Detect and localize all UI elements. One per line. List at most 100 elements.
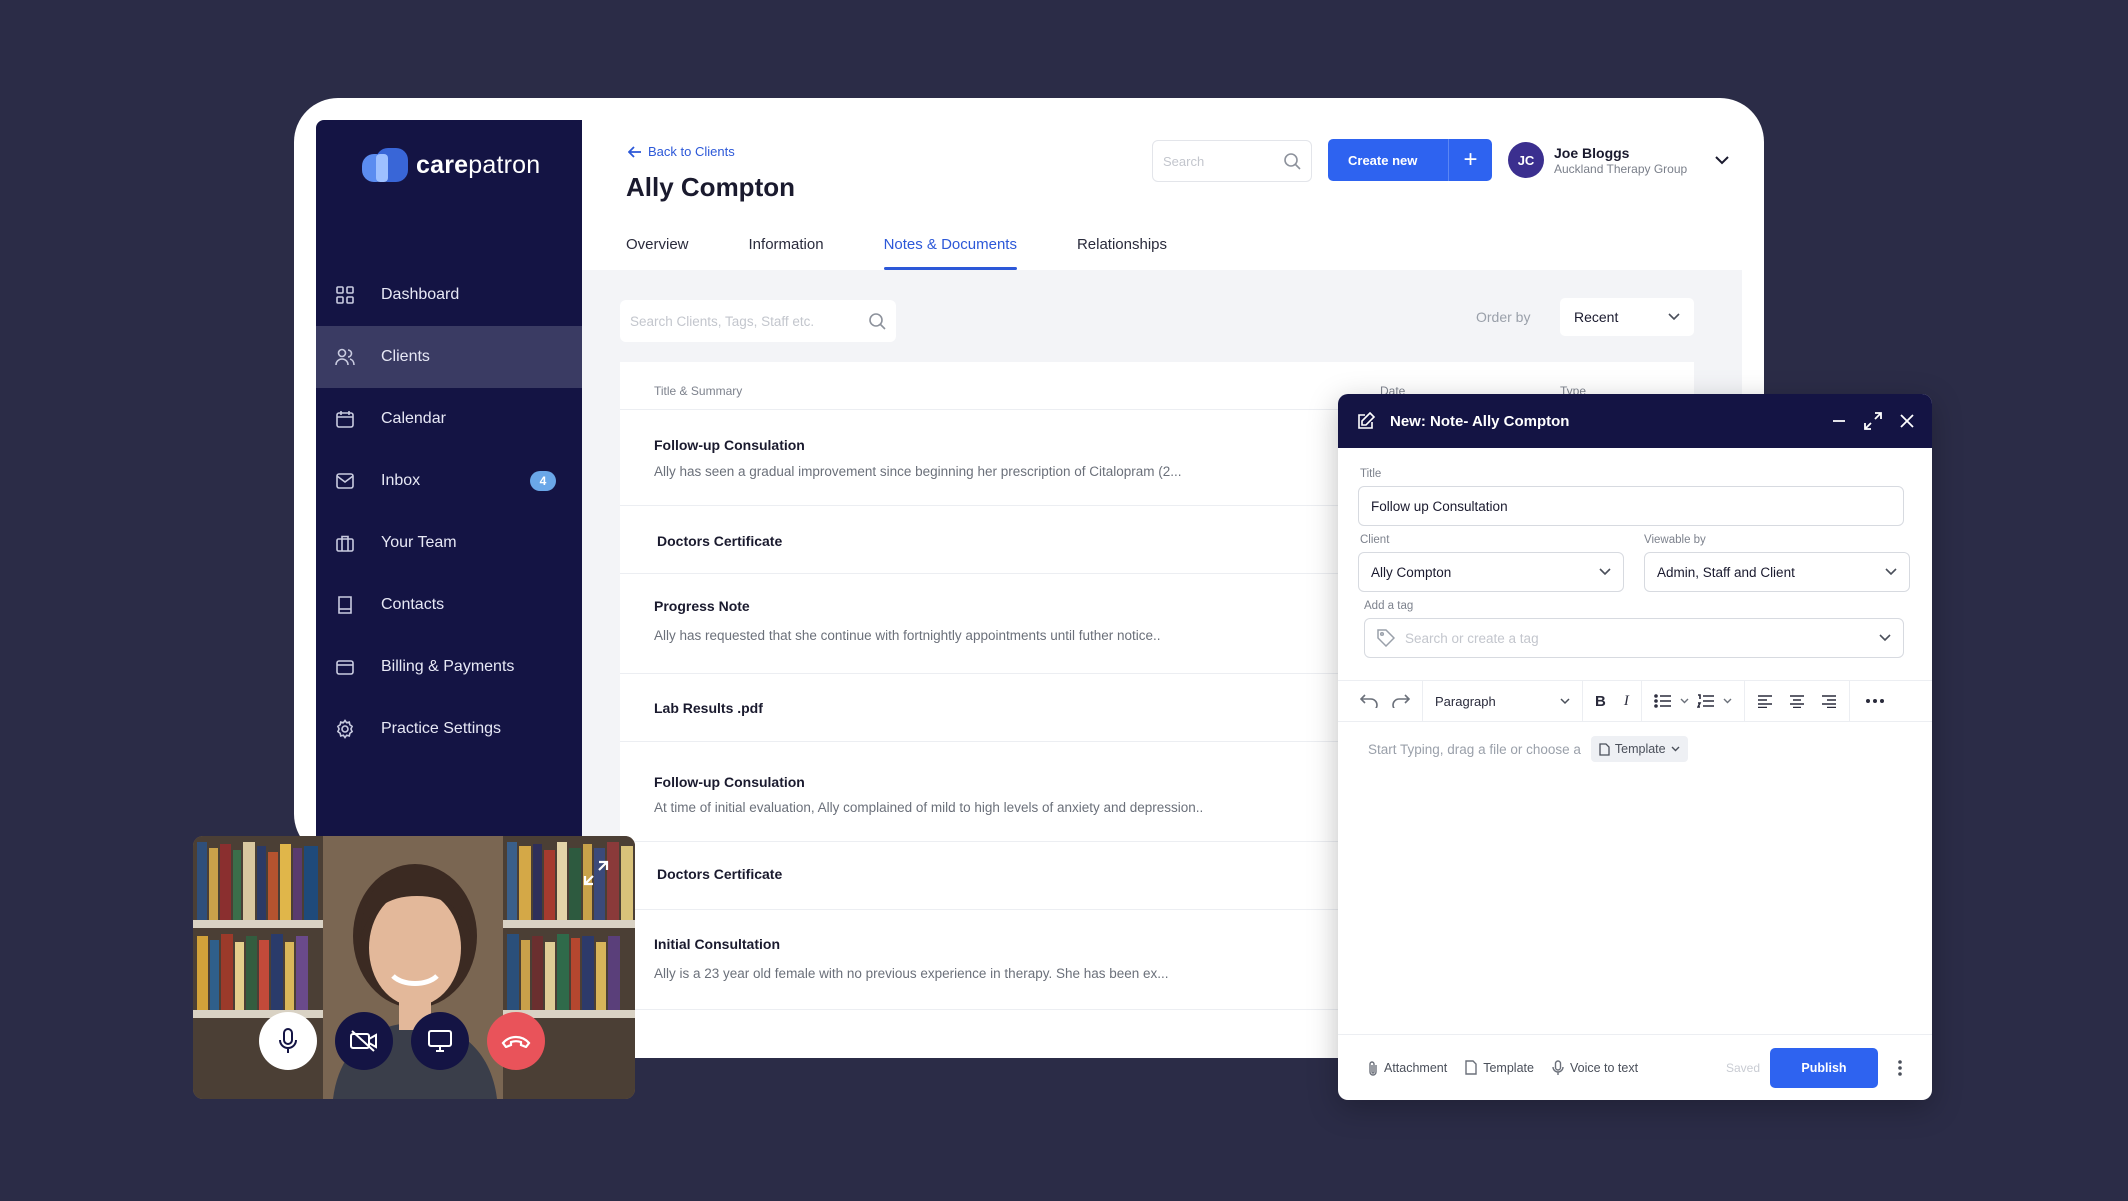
more-options-icon[interactable]: [1865, 699, 1884, 703]
sidebar-item-clients[interactable]: Clients: [316, 326, 582, 388]
inbox-count-badge: 4: [530, 471, 556, 491]
column-header-title: Title & Summary: [654, 384, 743, 398]
tag-icon: [1377, 629, 1395, 647]
mute-button[interactable]: [259, 1012, 317, 1070]
book-icon: [334, 594, 356, 616]
order-by-label: Order by: [1476, 309, 1531, 325]
sidebar-item-inbox[interactable]: Inbox 4: [316, 450, 582, 512]
sidebar-item-label: Your Team: [381, 534, 457, 551]
sidebar-item-your-team[interactable]: Your Team: [316, 512, 582, 574]
numbered-list-icon[interactable]: [1696, 694, 1715, 708]
arrow-left-icon: [628, 145, 641, 158]
header-search-input[interactable]: Search: [1152, 140, 1312, 182]
template-button[interactable]: Template: [1465, 1060, 1534, 1075]
sidebar-item-billing[interactable]: Billing & Payments: [316, 636, 582, 698]
sidebar-item-practice-settings[interactable]: Practice Settings: [316, 698, 582, 760]
voice-to-text-button[interactable]: Voice to text: [1552, 1059, 1638, 1076]
chevron-down-icon[interactable]: [1723, 698, 1732, 704]
back-to-clients-link[interactable]: Back to Clients: [628, 144, 735, 159]
align-right-icon[interactable]: [1821, 694, 1837, 708]
viewable-by-select[interactable]: Admin, Staff and Client: [1644, 552, 1910, 592]
camera-toggle-button[interactable]: [335, 1012, 393, 1070]
briefcase-icon: [334, 532, 356, 554]
paragraph-style-select[interactable]: Paragraph: [1423, 680, 1583, 722]
tag-search-input[interactable]: Search or create a tag: [1364, 618, 1904, 658]
client-header: Back to Clients Ally Compton Search Crea…: [582, 120, 1742, 270]
chevron-down-icon: [1879, 634, 1891, 642]
note-panel-footer: Attachment Template Voice to text Saved …: [1338, 1034, 1932, 1100]
sidebar-item-label: Calendar: [381, 410, 446, 427]
sidebar-item-label: Dashboard: [381, 286, 460, 303]
bold-button[interactable]: B: [1595, 693, 1606, 710]
user-organization: Auckland Therapy Group: [1554, 161, 1688, 176]
sidebar-item-dashboard[interactable]: Dashboard: [316, 264, 582, 326]
sidebar-nav: Dashboard Clients Calendar Inbox 4 Your …: [316, 264, 582, 760]
sidebar-item-label: Contacts: [381, 596, 445, 613]
undo-icon[interactable]: [1360, 694, 1378, 708]
chevron-down-icon[interactable]: [1680, 698, 1689, 704]
align-left-icon[interactable]: [1757, 694, 1773, 708]
notes-search-input[interactable]: Search Clients, Tags, Staff etc.: [620, 300, 896, 342]
user-menu[interactable]: JC Joe Bloggs Auckland Therapy Group: [1508, 142, 1729, 178]
save-status: Saved: [1725, 1060, 1760, 1075]
fullscreen-icon[interactable]: [583, 860, 609, 886]
tab-relationships[interactable]: Relationships: [1077, 236, 1167, 270]
expand-icon[interactable]: [1864, 412, 1882, 430]
chevron-down-icon: [1671, 746, 1680, 752]
new-note-panel: New: Note- Ally Compton Title Follow up …: [1338, 394, 1932, 1100]
sidebar-item-label: Practice Settings: [381, 720, 502, 737]
end-call-button[interactable]: [487, 1012, 545, 1070]
document-icon: [1465, 1060, 1477, 1075]
template-chip[interactable]: Template: [1590, 736, 1688, 762]
create-new-button[interactable]: Create new +: [1328, 139, 1492, 181]
user-name: Joe Bloggs: [1554, 144, 1630, 161]
search-icon: [1284, 153, 1301, 170]
client-select[interactable]: Ally Compton: [1358, 552, 1624, 592]
editor-toolbar: Paragraph B I: [1338, 680, 1932, 722]
client-tabs: Overview Information Notes & Documents R…: [626, 236, 1227, 270]
document-icon: [1599, 742, 1610, 756]
brand-logo[interactable]: carepatron: [362, 148, 540, 182]
note-title-input[interactable]: Follow up Consultation: [1358, 486, 1904, 526]
microphone-icon: [279, 1028, 297, 1053]
card-icon: [334, 656, 356, 678]
minimize-icon[interactable]: [1832, 414, 1846, 428]
phone-hangup-icon: [501, 1035, 531, 1048]
viewable-by-label: Viewable by: [1644, 534, 1706, 546]
attachment-button[interactable]: Attachment: [1368, 1060, 1447, 1076]
more-vertical-icon[interactable]: [1898, 1059, 1902, 1076]
edit-icon: [1358, 411, 1376, 429]
editor-body[interactable]: Start Typing, drag a file or choose a Te…: [1368, 736, 1688, 762]
calendar-icon: [334, 408, 356, 430]
sidebar-item-contacts[interactable]: Contacts: [316, 574, 582, 636]
video-call-window: [193, 836, 635, 1099]
chevron-down-icon: [1885, 568, 1897, 576]
tab-notes-documents[interactable]: Notes & Documents: [883, 236, 1018, 270]
client-field-label: Client: [1360, 534, 1390, 546]
call-controls: [259, 1012, 545, 1070]
tab-overview[interactable]: Overview: [626, 236, 689, 270]
sidebar-item-label: Clients: [381, 348, 430, 365]
sidebar-item-calendar[interactable]: Calendar: [316, 388, 582, 450]
chevron-down-icon: [1668, 313, 1680, 321]
chevron-down-icon: [1599, 568, 1611, 576]
page-title: Ally Compton: [626, 172, 795, 202]
bullet-list-icon[interactable]: [1654, 694, 1672, 708]
align-center-icon[interactable]: [1789, 694, 1805, 708]
screen-share-button[interactable]: [411, 1012, 469, 1070]
order-by-select[interactable]: Recent: [1560, 298, 1694, 336]
brand-name: carepatron: [416, 150, 541, 179]
redo-icon[interactable]: [1392, 694, 1410, 708]
avatar: JC: [1508, 142, 1544, 178]
publish-button[interactable]: Publish: [1770, 1047, 1878, 1088]
editor-placeholder: Start Typing, drag a file or choose a: [1368, 741, 1581, 757]
search-icon: [869, 313, 886, 330]
plus-icon[interactable]: +: [1448, 139, 1492, 181]
users-icon: [334, 346, 356, 368]
italic-button[interactable]: I: [1624, 693, 1629, 710]
close-icon[interactable]: [1900, 414, 1914, 428]
gear-icon: [334, 718, 356, 740]
dashboard-icon: [334, 284, 356, 306]
monitor-icon: [428, 1030, 452, 1052]
tab-information[interactable]: Information: [749, 236, 824, 270]
